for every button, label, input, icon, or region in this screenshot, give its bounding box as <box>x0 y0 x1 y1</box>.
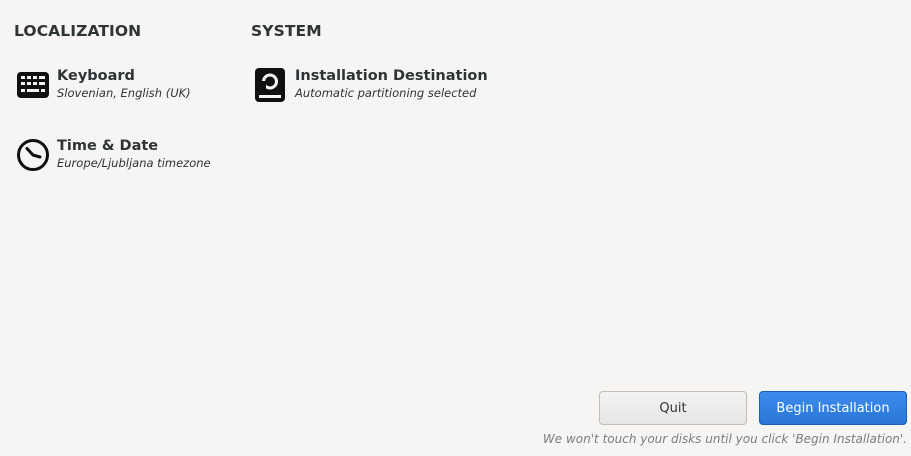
keyboard-icon <box>16 68 50 102</box>
installation-summary: LOCALIZATION SYSTEM Keyboard Slovenian, … <box>0 0 911 456</box>
localization-heading: LOCALIZATION <box>14 22 142 40</box>
keyboard-spoke-status: Slovenian, English (UK) <box>57 86 191 100</box>
begin-installation-button[interactable]: Begin Installation <box>759 391 907 425</box>
time-date-spoke[interactable]: Time & Date Europe/Ljubljana timezone <box>16 137 211 172</box>
installation-destination-status: Automatic partitioning selected <box>295 86 477 100</box>
keyboard-spoke[interactable]: Keyboard Slovenian, English (UK) <box>16 67 191 102</box>
time-date-spoke-status: Europe/Ljubljana timezone <box>57 156 211 170</box>
time-date-spoke-title: Time & Date <box>57 138 159 154</box>
disk-warning-note: We won't touch your disks until you clic… <box>542 432 907 446</box>
disk-icon <box>253 68 287 102</box>
system-heading: SYSTEM <box>251 22 322 40</box>
installation-destination-spoke[interactable]: Installation Destination Automatic parti… <box>253 67 488 102</box>
keyboard-spoke-title: Keyboard <box>57 68 135 84</box>
clock-icon <box>16 138 50 172</box>
installation-destination-title: Installation Destination <box>295 68 488 84</box>
quit-button[interactable]: Quit <box>599 391 747 425</box>
